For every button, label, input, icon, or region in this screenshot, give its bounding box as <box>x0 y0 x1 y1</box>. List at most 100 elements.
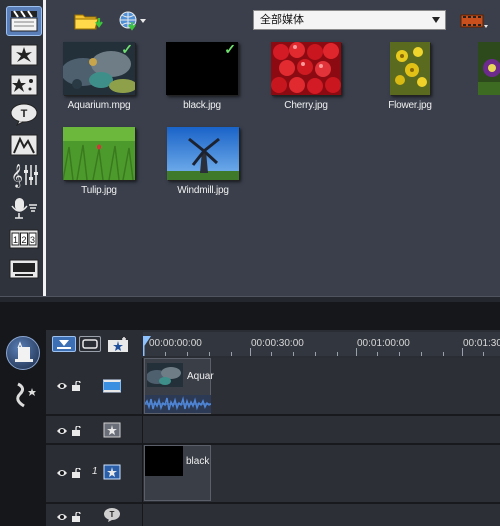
media-item-windmill[interactable]: Windmill.jpg <box>155 127 251 196</box>
thumbnail-flower <box>390 42 430 95</box>
media-item-label: Windmill.jpg <box>177 185 229 196</box>
lock-open-icon[interactable] <box>71 467 81 481</box>
voiceover-category-button[interactable] <box>9 195 39 221</box>
timeline-side-toolbar <box>0 302 46 526</box>
media-item-tulip[interactable]: Tulip.jpg <box>51 127 147 196</box>
filter-category-button[interactable] <box>9 72 39 98</box>
graphic-icon <box>10 134 38 156</box>
media-filter-value: 全部媒体 <box>260 14 304 26</box>
lock-open-icon[interactable] <box>71 425 81 439</box>
track-separator <box>46 414 500 416</box>
media-item-label: Flower.jpg <box>388 100 432 111</box>
graphic-category-button[interactable] <box>9 132 39 158</box>
voiceover-icon <box>11 198 37 219</box>
thumbnail-tulip <box>63 127 135 180</box>
media-filter-dropdown[interactable]: 全部媒体 <box>253 10 446 30</box>
audio-waveform <box>145 395 211 413</box>
effect-track-icon <box>103 422 121 438</box>
svg-text:3: 3 <box>30 235 35 245</box>
transition-icon <box>10 44 38 66</box>
timeline-panel: 00:00:00:00 00:00:30:00 00:01:00:00 00:0… <box>0 302 500 526</box>
library-header: 全部媒体 <box>49 8 500 34</box>
storyboard-mode-icon <box>82 339 98 349</box>
chevron-down-icon <box>432 17 440 23</box>
svg-text:1: 1 <box>13 235 18 245</box>
thumbnail-black: ✓ <box>166 42 238 95</box>
thumbnail-cherry <box>271 42 341 95</box>
ruler-time-label: 00:01:30 <box>463 338 500 349</box>
overlay-track-number: 1 <box>92 466 98 477</box>
storyboard-view-toggle[interactable] <box>79 336 101 352</box>
media-item-partial-next[interactable] <box>478 42 500 95</box>
thumbnail-windmill <box>167 127 239 180</box>
track-manager-button[interactable] <box>106 336 130 354</box>
media-item-black[interactable]: ✓ black.jpg <box>154 42 250 111</box>
svg-text:T: T <box>21 108 28 120</box>
track-headers <box>46 354 142 526</box>
track-separator <box>46 502 500 504</box>
import-folder-button[interactable] <box>74 8 104 34</box>
timeline-ruler[interactable]: 00:00:00:00 00:00:30:00 00:01:00:00 00:0… <box>143 332 500 356</box>
svg-text:T: T <box>110 510 115 519</box>
video-clapper-icon <box>10 10 38 32</box>
subtitle-icon <box>9 259 39 279</box>
audio-mixer-icon: 𝄞 <box>11 163 38 188</box>
eye-icon[interactable] <box>56 512 68 525</box>
imported-check-icon: ✓ <box>224 42 236 57</box>
media-item-cherry[interactable]: Cherry.jpg <box>258 42 354 111</box>
clip-label: Aquar <box>187 371 214 382</box>
lock-open-icon[interactable] <box>71 380 81 394</box>
clip-thumbnail <box>147 363 183 387</box>
chapter-category-button[interactable]: 1 2 3 <box>9 226 39 252</box>
timeline-view-toggle[interactable] <box>52 336 76 352</box>
title-category-button[interactable]: T <box>9 101 39 127</box>
magic-wand-icon <box>16 382 36 408</box>
timeline-mode-icon <box>57 340 71 349</box>
smart-proxy-button[interactable] <box>6 336 40 370</box>
library-options-button[interactable] <box>459 8 489 34</box>
globe-download-icon <box>119 11 146 31</box>
effect-track-header <box>56 425 81 439</box>
clip-thumbnail <box>145 446 183 476</box>
eye-icon[interactable] <box>56 426 68 439</box>
media-item-aquarium[interactable]: ✓ Aquarium.mpg <box>51 42 147 111</box>
media-library-panel: T 𝄞 1 2 3 全部媒体 ✓ Aquarium.mpg ✓ black.jp… <box>0 0 500 296</box>
ruler-time-label: 00:00:30:00 <box>251 338 304 349</box>
eye-icon[interactable] <box>56 381 68 394</box>
lock-open-icon[interactable] <box>71 511 81 525</box>
title-icon: T <box>10 103 38 126</box>
folder-import-icon <box>74 14 103 30</box>
online-media-button[interactable] <box>118 8 148 34</box>
overlay-track-header <box>56 467 81 481</box>
video-track-icon <box>102 379 122 393</box>
overlay-clip-black[interactable]: black <box>144 445 211 501</box>
effect-filter-icon <box>10 74 38 96</box>
video-track-header <box>56 380 81 394</box>
library-category-toolbar: T 𝄞 1 2 3 <box>0 0 46 296</box>
chapter-counter-icon: 1 2 3 <box>9 229 39 249</box>
track-manager-icon <box>108 337 128 352</box>
imported-check-icon: ✓ <box>121 42 133 57</box>
media-item-flower[interactable]: Flower.jpg <box>362 42 458 111</box>
track-separator <box>46 443 500 445</box>
media-item-label: Tulip.jpg <box>81 185 117 196</box>
clip-label: black <box>186 456 210 467</box>
overlay-track-icon <box>103 464 121 480</box>
audio-category-button[interactable]: 𝄞 <box>9 162 39 188</box>
ruler-time-label: 00:00:00:00 <box>149 338 202 349</box>
transition-category-button[interactable] <box>9 42 39 68</box>
video-category-button[interactable] <box>6 6 42 36</box>
thumbnail-aquarium: ✓ <box>63 42 135 95</box>
svg-text:2: 2 <box>21 235 26 245</box>
eye-icon[interactable] <box>56 468 68 481</box>
video-clip-aquarium[interactable]: Aquar <box>144 358 214 414</box>
title-track-header <box>56 511 81 525</box>
magic-hat-icon <box>15 341 33 362</box>
svg-text:𝄞: 𝄞 <box>11 163 23 188</box>
media-item-label: black.jpg <box>183 100 221 111</box>
effects-wand-button[interactable] <box>12 380 40 410</box>
title-track-icon: T <box>103 507 121 523</box>
thumbnail-partial <box>478 42 500 95</box>
subtitle-category-button[interactable] <box>9 256 39 282</box>
ruler-time-label: 00:01:00:00 <box>357 338 410 349</box>
